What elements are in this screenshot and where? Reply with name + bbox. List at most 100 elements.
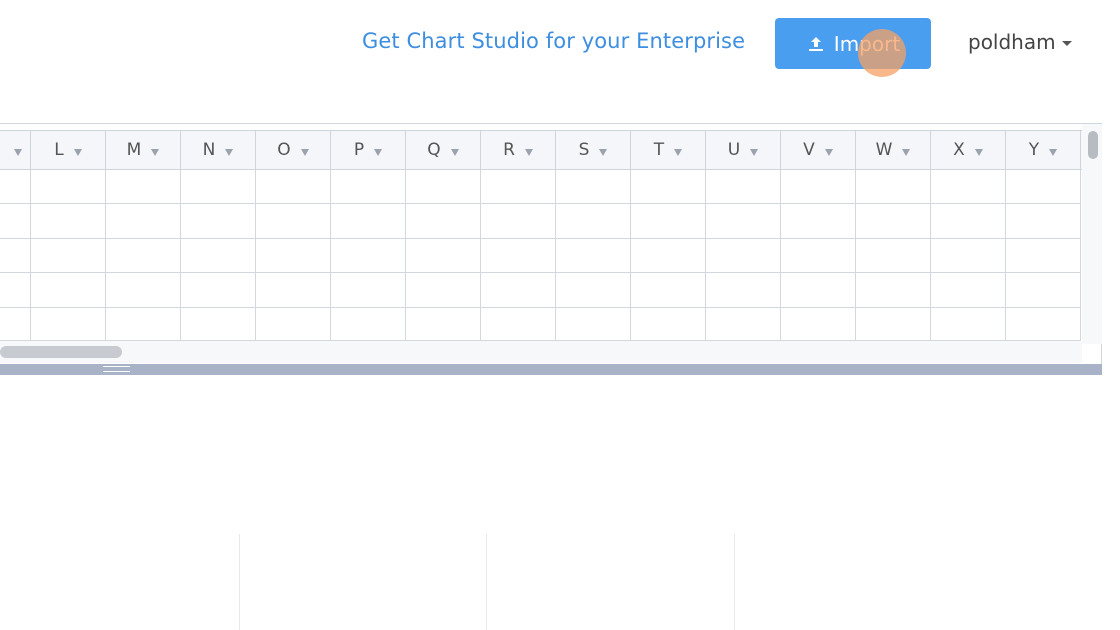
grid-cell[interactable] [556, 308, 631, 341]
column-menu-icon[interactable] [674, 148, 683, 156]
grid-cell[interactable] [706, 308, 781, 341]
grid-cell[interactable] [31, 204, 106, 239]
grid-cell[interactable] [256, 170, 331, 204]
grid-cell[interactable] [0, 273, 31, 308]
grid-cell[interactable] [781, 308, 856, 341]
grid-cell[interactable] [181, 308, 256, 341]
grid-cell[interactable] [706, 273, 781, 308]
column-menu-icon[interactable] [300, 148, 309, 156]
grid-cell[interactable] [856, 308, 931, 341]
column-header[interactable]: W [856, 130, 931, 170]
grid-cell[interactable] [631, 308, 706, 341]
grid-cell[interactable] [181, 273, 256, 308]
grid-cell[interactable] [481, 204, 556, 239]
column-header[interactable]: U [706, 130, 781, 170]
grid-cell[interactable] [556, 170, 631, 204]
grid-cell[interactable] [1006, 273, 1081, 308]
column-menu-icon[interactable] [374, 148, 383, 156]
grid-resize-bar[interactable] [0, 364, 1102, 375]
grid-cell[interactable] [856, 170, 931, 204]
grid-cell[interactable] [256, 239, 331, 273]
grid-cell[interactable] [931, 239, 1006, 273]
grid-cell[interactable] [481, 308, 556, 341]
grid-cell[interactable] [781, 204, 856, 239]
column-header[interactable]: S [556, 130, 631, 170]
grid-cell[interactable] [406, 239, 481, 273]
grid-cell[interactable] [481, 239, 556, 273]
column-menu-icon[interactable] [902, 148, 911, 156]
column-menu-icon[interactable] [73, 148, 82, 156]
grid-cell[interactable] [856, 273, 931, 308]
grid-cell[interactable] [31, 273, 106, 308]
grid-cell[interactable] [256, 308, 331, 341]
grid-cell[interactable] [556, 239, 631, 273]
grid-cell[interactable] [631, 273, 706, 308]
grid-cell[interactable] [0, 239, 31, 273]
grid-cell[interactable] [931, 308, 1006, 341]
grid-cell[interactable] [256, 273, 331, 308]
vertical-scroll-thumb[interactable] [1088, 131, 1098, 159]
column-menu-icon[interactable] [225, 148, 234, 156]
grid-cell[interactable] [106, 170, 181, 204]
grid-cell[interactable] [481, 170, 556, 204]
grid-cell[interactable] [0, 204, 31, 239]
column-header[interactable]: Y [1006, 130, 1081, 170]
grid-cell[interactable] [706, 170, 781, 204]
column-menu-icon[interactable] [450, 148, 459, 156]
column-header[interactable]: Q [406, 130, 481, 170]
grid-cell[interactable] [556, 204, 631, 239]
grid-cell[interactable] [556, 273, 631, 308]
column-header[interactable]: P [331, 130, 406, 170]
grid-cell[interactable] [406, 170, 481, 204]
column-header[interactable]: X [931, 130, 1006, 170]
grid-cell[interactable] [406, 273, 481, 308]
grid-cell[interactable] [481, 273, 556, 308]
horizontal-scroll-thumb[interactable] [0, 346, 122, 358]
grid-cell[interactable] [406, 204, 481, 239]
column-header[interactable]: L [31, 130, 106, 170]
grid-cell[interactable] [331, 204, 406, 239]
grid-cell[interactable] [931, 273, 1006, 308]
column-menu-icon[interactable] [824, 148, 833, 156]
grid-cell[interactable] [106, 239, 181, 273]
grid-cell[interactable] [406, 308, 481, 341]
column-header[interactable]: N [181, 130, 256, 170]
grid-cell[interactable] [931, 204, 1006, 239]
grid-cell[interactable] [706, 239, 781, 273]
grid-cell[interactable] [181, 170, 256, 204]
column-menu-icon[interactable] [524, 148, 533, 156]
column-header[interactable]: R [481, 130, 556, 170]
grid-cell[interactable] [631, 170, 706, 204]
grid-cell[interactable] [31, 308, 106, 341]
column-header[interactable]: V [781, 130, 856, 170]
grid-cell[interactable] [1006, 239, 1081, 273]
grid-cell[interactable] [181, 204, 256, 239]
column-header[interactable]: M [106, 130, 181, 170]
grid-cell[interactable] [331, 273, 406, 308]
grid-cell[interactable] [331, 308, 406, 341]
grid-cell[interactable] [0, 308, 31, 341]
enterprise-link[interactable]: Get Chart Studio for your Enterprise [362, 29, 745, 53]
user-menu[interactable]: poldham [968, 30, 1072, 54]
grid-cell[interactable] [856, 239, 931, 273]
column-header[interactable]: T [631, 130, 706, 170]
grid-cell[interactable] [331, 239, 406, 273]
import-button[interactable]: Import [775, 18, 931, 69]
column-menu-icon[interactable] [14, 148, 22, 156]
column-header[interactable] [0, 130, 31, 170]
grid-cell[interactable] [856, 204, 931, 239]
grid-cell[interactable] [631, 204, 706, 239]
grid-cell[interactable] [781, 273, 856, 308]
grid-cell[interactable] [0, 170, 31, 204]
grid-cell[interactable] [106, 204, 181, 239]
grid-cell[interactable] [106, 273, 181, 308]
grid-cell[interactable] [781, 170, 856, 204]
horizontal-scrollbar[interactable] [0, 341, 1082, 363]
grid-cell[interactable] [106, 308, 181, 341]
grid-cell[interactable] [1006, 204, 1081, 239]
grid-cell[interactable] [31, 170, 106, 204]
column-menu-icon[interactable] [974, 148, 983, 156]
grid-cell[interactable] [181, 239, 256, 273]
column-menu-icon[interactable] [750, 148, 759, 156]
grid-cell[interactable] [331, 170, 406, 204]
